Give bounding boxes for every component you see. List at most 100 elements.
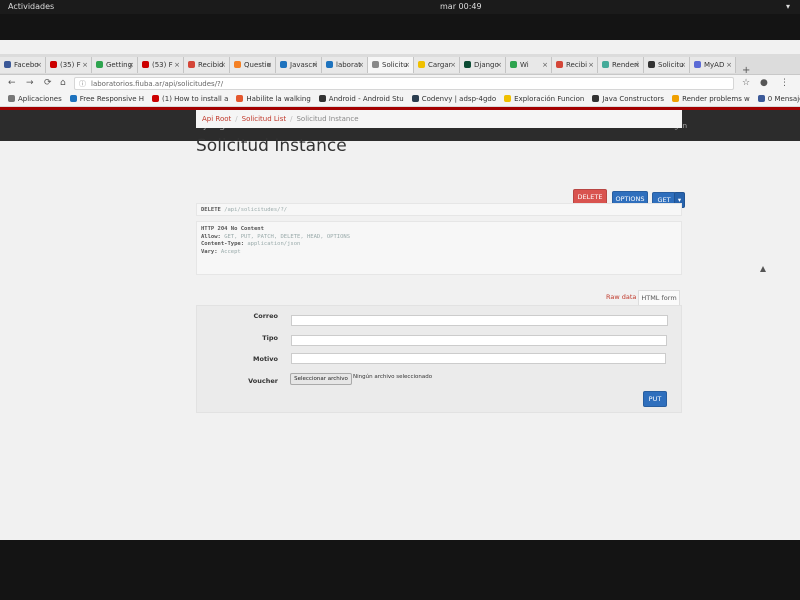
browser-tab[interactable]: (35) F × [46, 57, 92, 73]
favicon-icon [510, 61, 517, 68]
request-method: DELETE [201, 207, 221, 213]
bookmark-item[interactable]: Render problems w [672, 92, 750, 106]
close-tab-icon[interactable]: × [404, 57, 410, 73]
tipo-input[interactable] [291, 335, 667, 346]
forward-icon[interactable]: → [26, 78, 34, 88]
url-text: laboratorios.fiuba.ar/api/solicitudes/?/ [91, 80, 224, 88]
breadcrumb-api-root[interactable]: Api Root [202, 115, 231, 123]
breadcrumb-solicitud-list[interactable]: Solicitud List [242, 115, 287, 123]
tab-raw-data[interactable]: Raw data [606, 293, 636, 301]
bookmark-item[interactable]: Exploración Funcion [504, 92, 584, 106]
bookmark-star-icon[interactable]: ☆ [742, 78, 750, 88]
address-bar[interactable]: ⓘ laboratorios.fiuba.ar/api/solicitudes/… [74, 77, 734, 90]
browser-tab[interactable]: Solicitu × [644, 57, 690, 73]
extension-icon[interactable]: ● [760, 78, 768, 88]
system-tray-icons[interactable]: ▾ [786, 2, 790, 11]
correo-input[interactable] [291, 315, 668, 326]
tipo-label: Tipo [262, 334, 278, 342]
bookmark-label: Android - Android Stu [328, 95, 404, 103]
bookmark-label: Java Constructors [602, 95, 665, 103]
browser-tab[interactable]: Questio × [230, 57, 276, 73]
response-info: HTTP 204 No Content Allow: GET, PUT, PAT… [196, 221, 682, 275]
bookmark-favicon-icon [69, 95, 77, 102]
browser-tab[interactable]: MyAD × [690, 57, 736, 73]
reload-icon[interactable]: ⟳ [44, 78, 52, 88]
back-icon[interactable]: ← [8, 78, 16, 88]
browser-tab[interactable]: Renderi × [598, 57, 644, 73]
close-tab-icon[interactable]: × [588, 57, 594, 73]
close-tab-icon[interactable]: × [220, 57, 226, 73]
bookmark-item[interactable]: Codenvy | adsp-4gdo [411, 92, 496, 106]
bookmark-item[interactable]: Habilite la walking [236, 92, 311, 106]
menu-icon[interactable]: ⋮ [780, 78, 789, 88]
bookmark-favicon-icon [236, 95, 244, 102]
browser-tab-label: Facebo [14, 61, 39, 69]
close-tab-icon[interactable]: × [680, 57, 686, 73]
close-tab-icon[interactable]: × [174, 57, 180, 73]
browser-tab[interactable]: Recibid × [184, 57, 230, 73]
close-tab-icon[interactable]: × [82, 57, 88, 73]
bookmark-item[interactable]: Android - Android Stu [318, 92, 404, 106]
breadcrumb: Api Root / Solicitud List / Solicitud Instan… [196, 110, 682, 128]
bookmark-item[interactable]: Free Responsive H [69, 92, 145, 106]
favicon-icon [694, 61, 701, 68]
breadcrumb-separator: / [235, 115, 238, 123]
voucher-label: Voucher [248, 377, 278, 385]
close-tab-icon[interactable]: × [358, 57, 364, 73]
bookmark-favicon-icon [757, 95, 765, 102]
system-clock[interactable]: mar 00:49 [440, 2, 482, 11]
close-tab-icon[interactable]: × [726, 57, 732, 73]
tab-strip: Facebo × (35) F × Getting × (53) F × Recibid × Que… [0, 54, 800, 75]
new-tab-button[interactable]: + [736, 65, 756, 74]
bookmark-label: Aplicaciones [18, 95, 62, 103]
system-top-bar: Actividades mar 00:49 ▾ [0, 0, 800, 14]
favicon-icon [234, 61, 241, 68]
browser-tab[interactable]: (53) F × [138, 57, 184, 73]
bookmark-item[interactable]: Aplicaciones [8, 92, 62, 106]
bookmark-label: Free Responsive H [79, 95, 145, 103]
close-tab-icon[interactable]: × [542, 57, 548, 73]
favicon-icon [648, 61, 655, 68]
favicon-icon [602, 61, 609, 68]
browser-tab-label: Django [474, 61, 499, 69]
browser-tab[interactable]: Getting × [92, 57, 138, 73]
put-button[interactable]: PUT [643, 391, 667, 407]
bookmark-item[interactable]: (1) How to install a [152, 92, 228, 106]
breadcrumb-current: Solicitud Instance [296, 115, 359, 123]
close-tab-icon[interactable]: × [36, 57, 42, 73]
close-tab-icon[interactable]: × [128, 57, 134, 73]
correo-label: Correo [253, 312, 278, 320]
bookmark-label: 0 Mensajes [767, 95, 800, 103]
mouse-cursor [760, 266, 766, 272]
vary-value: Accept [220, 248, 241, 255]
bookmark-label: Exploración Funcion [514, 95, 585, 103]
tab-html-form[interactable]: HTML form [638, 290, 680, 306]
favicon-icon [418, 61, 425, 68]
close-tab-icon[interactable]: × [496, 57, 502, 73]
breadcrumb-separator: / [290, 115, 293, 123]
browser-tab[interactable]: Django × [460, 57, 506, 73]
close-tab-icon[interactable]: × [312, 57, 318, 73]
motivo-input[interactable] [291, 353, 666, 364]
browser-tab[interactable]: Solicitu × [368, 57, 414, 73]
close-tab-icon[interactable]: × [450, 57, 456, 73]
browser-tab[interactable]: Recibi × [552, 57, 598, 73]
home-icon[interactable]: ⌂ [60, 78, 66, 88]
browser-tab[interactable]: Javascri × [276, 57, 322, 73]
browser-tab[interactable]: Wi × [506, 57, 552, 73]
browser-tab[interactable]: Cargar × [414, 57, 460, 73]
close-tab-icon[interactable]: × [634, 57, 640, 73]
bookmark-item[interactable]: Java Constructors [592, 92, 664, 106]
close-tab-icon[interactable]: × [266, 57, 272, 73]
content-type-value: application/json [247, 241, 301, 247]
favicon-icon [464, 61, 471, 68]
browser-tab[interactable]: Facebo × [0, 57, 46, 73]
activities-button[interactable]: Actividades [8, 2, 54, 11]
bookmark-item[interactable]: 0 Mensajes [757, 92, 800, 106]
voucher-file-button[interactable]: Seleccionar archivo [290, 373, 352, 385]
browser-tab[interactable]: laborat × [322, 57, 368, 73]
bookmarks-bar: Aplicaciones Free Responsive H (1) How to … [0, 92, 800, 107]
info-icon[interactable]: ⓘ [79, 78, 86, 91]
favicon-icon [142, 61, 149, 68]
bookmark-favicon-icon [318, 95, 326, 102]
